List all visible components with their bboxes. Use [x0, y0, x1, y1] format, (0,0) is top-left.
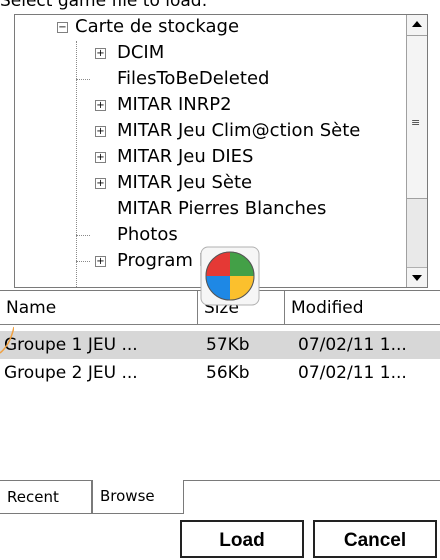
- expand-icon[interactable]: +: [95, 256, 106, 267]
- tree-item-label: Photos: [117, 224, 178, 245]
- dialog-title: Select game file to load:: [0, 0, 208, 11]
- file-modified: 07/02/11 1...: [298, 335, 407, 355]
- tab-bar-filler: [184, 480, 440, 515]
- file-list[interactable]: Name Size Modified Groupe 1 JEU ... 57Kb…: [0, 290, 440, 481]
- tree-item-label: MITAR Pierres Blanches: [117, 198, 327, 219]
- tab-recent[interactable]: Recent: [0, 480, 92, 514]
- arrow-down-icon: [412, 275, 422, 281]
- expand-icon[interactable]: +: [95, 48, 106, 59]
- file-row[interactable]: Groupe 1 JEU ... 57Kb 07/02/11 1...: [0, 331, 440, 359]
- arrow-up-icon: [412, 21, 422, 27]
- expand-icon[interactable]: +: [95, 100, 106, 111]
- tree-item-label: MITAR INRP2: [117, 94, 232, 115]
- scroll-down-button[interactable]: [407, 267, 427, 287]
- expand-icon[interactable]: +: [95, 152, 106, 163]
- tree-item-mitar-pierres-blanches[interactable]: MITAR Pierres Blanches: [117, 196, 326, 222]
- tree-item-label: MITAR Jeu Clim@ction Sète: [117, 120, 361, 141]
- tree-item-label: Carte de stockage: [75, 16, 240, 37]
- tree-item-label: DCIM: [117, 42, 165, 63]
- expand-icon[interactable]: +: [95, 126, 106, 137]
- tree-guide-line: [76, 261, 90, 262]
- grip-icon: ≡: [411, 116, 421, 129]
- file-size: 57Kb: [206, 335, 250, 355]
- tab-bar: Recent Browse: [0, 480, 440, 516]
- column-header-modified[interactable]: Modified: [285, 291, 440, 325]
- file-name: Groupe 1 JEU ...: [4, 335, 138, 355]
- file-row[interactable]: Groupe 2 JEU ... 56Kb 07/02/11 1...: [0, 359, 440, 387]
- file-modified: 07/02/11 1...: [298, 363, 407, 383]
- tree-guide-line: [76, 235, 90, 236]
- connector-line: [0, 325, 15, 355]
- windows-logo-icon: [200, 246, 260, 306]
- column-header-name[interactable]: Name: [0, 291, 198, 325]
- tab-browse[interactable]: Browse: [92, 480, 184, 514]
- load-button[interactable]: Load: [180, 520, 304, 558]
- tree-guide-line: [76, 79, 90, 80]
- tree-item-label: MITAR Jeu DIES: [117, 146, 254, 167]
- collapse-icon[interactable]: −: [57, 22, 68, 33]
- tree-item-photos[interactable]: Photos: [117, 222, 178, 248]
- tree-item-label: MITAR Jeu Sète: [117, 172, 253, 193]
- file-size: 56Kb: [206, 363, 250, 383]
- tree-item-filestobedeleted[interactable]: FilesToBeDeleted: [117, 66, 269, 92]
- scroll-up-button[interactable]: [407, 15, 427, 36]
- expand-icon[interactable]: +: [95, 178, 106, 189]
- tree-scrollbar[interactable]: ≡: [406, 15, 427, 287]
- scroll-thumb[interactable]: ≡: [407, 35, 427, 199]
- file-name: Groupe 2 JEU ...: [4, 363, 138, 383]
- tree-item-label: FilesToBeDeleted: [117, 68, 270, 89]
- cancel-button[interactable]: Cancel: [313, 520, 437, 558]
